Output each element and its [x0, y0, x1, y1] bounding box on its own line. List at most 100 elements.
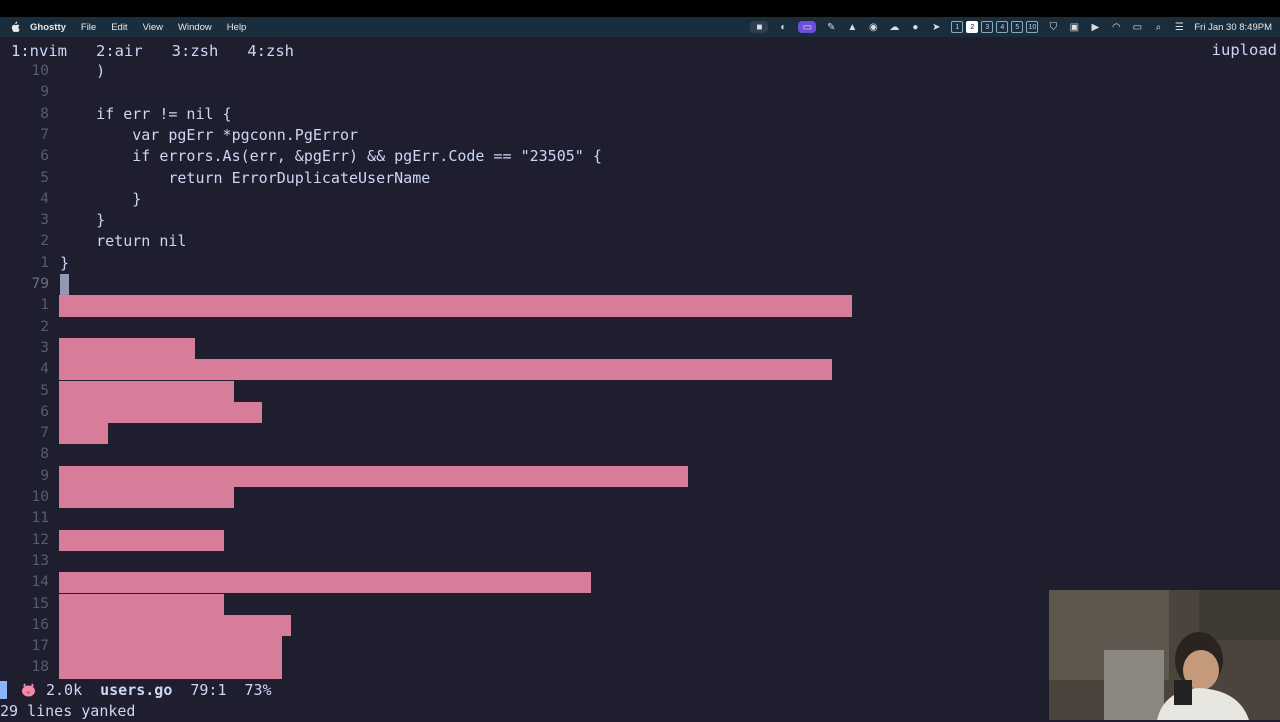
file-name: users.go [100, 681, 173, 699]
visual-selection [59, 295, 852, 317]
line-number: 4 [40, 361, 49, 378]
editor-line[interactable]: 4 [0, 359, 1280, 381]
editor-line[interactable]: 1} [0, 253, 1280, 274]
video-icon[interactable]: ■ [750, 21, 769, 33]
space-1[interactable]: 1 [951, 21, 964, 33]
menu-window[interactable]: Window [178, 22, 212, 33]
line-number: 8 [40, 446, 49, 463]
play-icon[interactable]: ▶ [1089, 21, 1101, 33]
code-text: } [60, 253, 70, 272]
editor-line[interactable]: 3 } [0, 210, 1280, 231]
visual-selection [59, 423, 108, 445]
line-number: 3 [40, 212, 49, 229]
visual-selection [59, 529, 224, 551]
line-number: 9 [40, 467, 49, 484]
editor-line[interactable]: 4 } [0, 189, 1280, 210]
line-number: 17 [31, 638, 49, 655]
cursor-position: 79:1 [190, 681, 227, 699]
editor-line[interactable]: 6 [0, 401, 1280, 424]
zoom-icon[interactable]: ● [909, 21, 921, 33]
space-4[interactable]: 4 [996, 21, 1009, 33]
menu-edit[interactable]: Edit [111, 22, 127, 33]
command-line[interactable]: 29 lines yanked [0, 701, 135, 722]
text-cursor [60, 274, 69, 296]
compass-icon[interactable]: ◉ [867, 21, 879, 33]
editor-line[interactable]: 12 [0, 529, 1280, 551]
top-strip [0, 0, 1280, 17]
file-size: 2.0k [46, 681, 83, 699]
line-number: 16 [31, 616, 49, 633]
line-number: 6 [40, 148, 49, 165]
menu-view[interactable]: View [143, 22, 163, 33]
triangle-icon[interactable]: ▲ [846, 21, 858, 33]
line-number: 13 [31, 552, 49, 569]
screen-record-icon[interactable]: ▭ [798, 21, 817, 33]
editor-line[interactable]: 3 [0, 337, 1280, 360]
editor-line[interactable]: 79 [0, 274, 1280, 296]
editor-line[interactable]: 2 [0, 317, 1280, 338]
line-number: 14 [31, 574, 49, 591]
editor-line[interactable]: 11 [0, 508, 1280, 529]
menu-app-name[interactable]: Ghostty [30, 22, 66, 33]
editor-line[interactable]: 2 return nil [0, 231, 1280, 252]
line-number: 2 [40, 233, 49, 250]
editor-pane[interactable]: 10 ) 9 8 if err != nil {7 var pgErr *pgcon… [0, 61, 1280, 679]
tmux-tab-zsh-3[interactable]: 3:zsh [172, 42, 219, 60]
mode-indicator [0, 681, 7, 699]
search-icon[interactable]: ⌕ [1152, 21, 1164, 33]
menu-clock[interactable]: Fri Jan 30 8:49PM [1194, 22, 1272, 33]
editor-line[interactable]: 7 [0, 423, 1280, 445]
tmux-tab-nvim[interactable]: 1:nvim [11, 42, 67, 60]
menu-bar: Ghostty File Edit View Window Help ■ ◐ ▭… [0, 17, 1280, 37]
control-center-icon[interactable]: ☰ [1173, 21, 1185, 33]
tmux-tab-zsh-4[interactable]: 4:zsh [247, 42, 294, 60]
apple-icon[interactable] [10, 21, 20, 33]
line-number: 6 [40, 403, 49, 420]
line-number: 3 [40, 339, 49, 356]
line-number: 8 [40, 105, 49, 122]
tmux-tab-air[interactable]: 2:air [96, 42, 143, 60]
line-number: 9 [40, 84, 49, 101]
visual-selection [59, 401, 262, 424]
editor-line[interactable]: 7 var pgErr *pgconn.PgError [0, 125, 1280, 146]
scroll-percent: 73% [244, 681, 272, 699]
space-3[interactable]: 3 [981, 21, 994, 33]
visual-selection [59, 380, 234, 402]
tmux-tabline: 1:nvim 2:air 3:zsh 4:zsh iupload [0, 39, 1280, 63]
sync-icon[interactable]: ◐ [777, 21, 789, 33]
line-number: 10 [31, 63, 49, 79]
shield-icon[interactable]: ⛉ [1047, 21, 1059, 33]
cloud-icon[interactable]: ☁ [888, 21, 900, 33]
editor-line[interactable]: 6 if errors.As(err, &pgErr) && pgErr.Cod… [0, 146, 1280, 167]
editor-line[interactable]: 5 return ErrorDuplicateUserName [0, 168, 1280, 189]
line-number: 5 [40, 169, 49, 186]
spaces-indicator[interactable]: 1 2 3 4 5 10 [951, 21, 1039, 33]
pointer-icon[interactable]: ➤ [930, 21, 942, 33]
space-2[interactable]: 2 [966, 21, 979, 33]
editor-line[interactable]: 1 [0, 295, 1280, 317]
code-text: if err != nil { [60, 104, 232, 123]
editor-line[interactable]: 8 if err != nil { [0, 104, 1280, 125]
battery-icon[interactable]: ▭ [1131, 21, 1143, 33]
space-5[interactable]: 5 [1011, 21, 1024, 33]
editor-line[interactable]: 10 [0, 487, 1280, 509]
editor-line[interactable]: 5 [0, 380, 1280, 402]
editor-line[interactable]: 10 ) [0, 61, 1280, 82]
line-number: 7 [40, 425, 49, 442]
webcam-overlay [1049, 590, 1280, 720]
editor-line[interactable]: 9 [0, 465, 1280, 487]
editor-line[interactable]: 8 [0, 444, 1280, 465]
window-icon[interactable]: ▣ [1068, 21, 1080, 33]
editor-line[interactable]: 13 [0, 551, 1280, 572]
pen-icon[interactable]: ✎ [825, 21, 837, 33]
wifi-icon[interactable]: ◠ [1110, 21, 1122, 33]
editor-line[interactable]: 9 [0, 82, 1280, 103]
menu-help[interactable]: Help [227, 22, 247, 33]
space-10[interactable]: 10 [1026, 21, 1039, 33]
tmux-session-name: iupload [1211, 41, 1277, 59]
line-number: 79 [31, 276, 49, 292]
visual-selection [59, 657, 282, 679]
menu-file[interactable]: File [81, 22, 96, 33]
visual-selection [59, 487, 234, 509]
line-number: 12 [31, 531, 49, 548]
